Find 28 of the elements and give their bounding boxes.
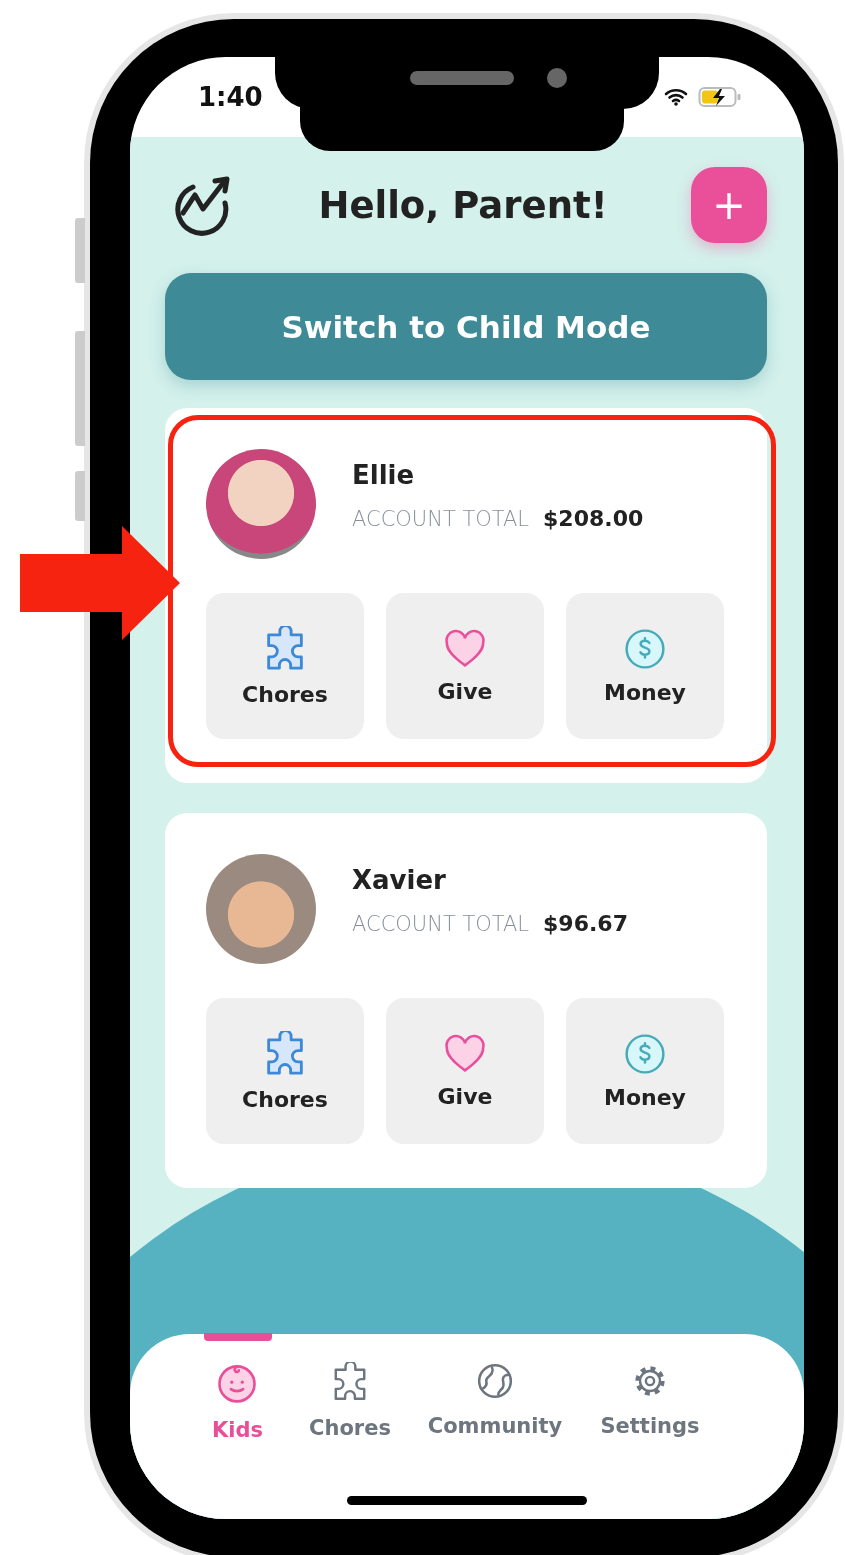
give-button[interactable]: Give — [386, 593, 544, 739]
settings-tab[interactable]: Settings — [600, 1354, 700, 1438]
account-total-amount: $208.00 — [543, 505, 644, 531]
heart-icon — [443, 1033, 487, 1074]
kid-name: Xavier — [352, 864, 447, 895]
selected-tab-indicator — [203, 1333, 272, 1341]
kid-name: Ellie — [352, 459, 416, 490]
camera-lens — [547, 68, 567, 88]
greeting-title: Hello, Parent! — [317, 183, 609, 227]
account-total-label: ACCOUNT TOTAL — [352, 506, 530, 531]
chores-button[interactable]: Chores — [206, 593, 364, 739]
account-total-label: ACCOUNT TOTAL — [352, 911, 530, 936]
heart-icon — [443, 628, 487, 669]
chores-button[interactable]: Chores — [206, 998, 364, 1144]
globe-icon — [476, 1362, 514, 1400]
account-total-amount: $96.67 — [543, 910, 628, 936]
status-time: 1:40 — [198, 82, 263, 112]
community-tab[interactable]: Community — [427, 1354, 563, 1438]
give-button[interactable]: Give — [386, 998, 544, 1144]
chores-tab[interactable]: Chores — [309, 1354, 391, 1440]
money-button[interactable]: Money — [566, 593, 724, 739]
dollar-icon — [624, 627, 666, 670]
baby-face-icon — [216, 1362, 259, 1404]
dollar-icon — [624, 1032, 666, 1075]
battery-icon — [698, 86, 742, 108]
wifi-icon — [664, 88, 688, 106]
money-button[interactable]: Money — [566, 998, 724, 1144]
switch-mode-button[interactable]: Switch to Child Mode — [165, 273, 767, 380]
